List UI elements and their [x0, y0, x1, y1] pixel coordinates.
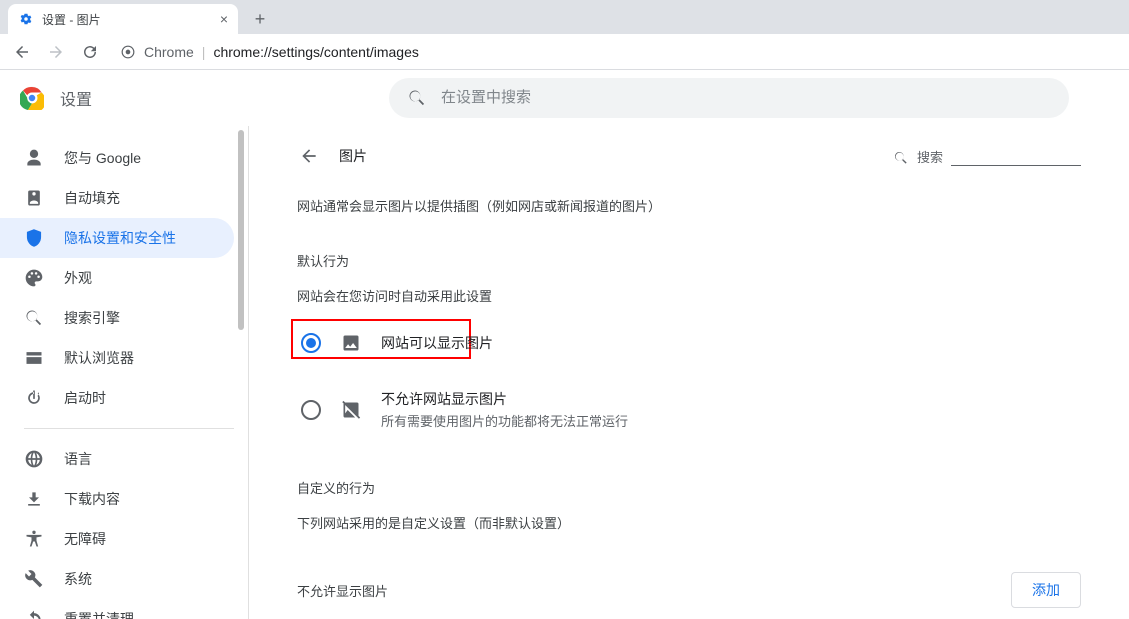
wrench-icon: [24, 569, 44, 589]
radio-button-selected[interactable]: [301, 333, 321, 353]
settings-header: 设置: [0, 70, 1129, 126]
sidebar-item-label: 语言: [64, 449, 92, 469]
radio-block-images[interactable]: 不允许网站显示图片 所有需要使用图片的功能都将无法正常运行: [297, 381, 1081, 438]
sidebar-item-label: 您与 Google: [64, 148, 141, 168]
sidebar-item-label: 启动时: [64, 388, 106, 408]
block-section-title: 不允许显示图片: [297, 581, 388, 600]
url-prefix: Chrome: [144, 44, 194, 60]
image-icon: [341, 333, 361, 353]
search-label: 搜索: [917, 147, 943, 166]
sidebar-item-label: 自动填充: [64, 188, 120, 208]
sidebar-item-downloads[interactable]: 下载内容: [0, 479, 234, 519]
empty-list-text: 未添加任何网站: [297, 608, 1081, 619]
sidebar-item-autofill[interactable]: 自动填充: [0, 178, 234, 218]
image-off-icon: [341, 400, 361, 420]
page-description: 网站通常会显示图片以提供插图（例如网店或新闻报道的图片）: [297, 196, 1081, 215]
url-text: chrome://settings/content/images: [213, 44, 418, 60]
radio-button-unselected[interactable]: [301, 400, 321, 420]
search-icon: [24, 308, 44, 328]
sidebar-item-search-engine[interactable]: 搜索引擎: [0, 298, 234, 338]
content-search-input[interactable]: [951, 146, 1081, 166]
sidebar-item-label: 系统: [64, 569, 92, 589]
sidebar-item-privacy[interactable]: 隐私设置和安全性: [0, 218, 234, 258]
settings-content: 图片 搜索 网站通常会显示图片以提供插图（例如网店或新闻报道的图片） 默认行为 …: [249, 126, 1129, 619]
sidebar-item-label: 重置并清理: [64, 609, 134, 619]
browser-icon: [24, 348, 44, 368]
address-bar[interactable]: Chrome | chrome://settings/content/image…: [110, 38, 1121, 66]
sidebar-item-label: 隐私设置和安全性: [64, 228, 176, 248]
sidebar-item-startup[interactable]: 启动时: [0, 378, 234, 418]
add-site-button[interactable]: 添加: [1011, 572, 1081, 608]
reset-icon: [24, 609, 44, 619]
accessibility-icon: [24, 529, 44, 549]
sidebar-item-system[interactable]: 系统: [0, 559, 234, 599]
tab-title: 设置 - 图片: [42, 11, 101, 28]
back-button[interactable]: [8, 38, 36, 66]
radio-label-sub: 所有需要使用图片的功能都将无法正常运行: [381, 411, 628, 430]
settings-search-input[interactable]: [441, 89, 1051, 106]
sidebar-item-language[interactable]: 语言: [0, 439, 234, 479]
search-icon: [407, 88, 427, 108]
chrome-icon: [120, 44, 136, 60]
palette-icon: [24, 268, 44, 288]
custom-behavior-desc: 下列网站采用的是自定义设置（而非默认设置）: [297, 513, 1081, 532]
default-behavior-title: 默认行为: [297, 251, 1081, 270]
sidebar-item-you-and-google[interactable]: 您与 Google: [0, 138, 234, 178]
settings-title: 设置: [60, 86, 92, 110]
gear-icon: [18, 11, 34, 27]
sidebar-item-label: 外观: [64, 268, 92, 288]
download-icon: [24, 489, 44, 509]
reload-button[interactable]: [76, 38, 104, 66]
annotation-arrow: [249, 306, 259, 456]
autofill-icon: [24, 188, 44, 208]
sidebar-item-default-browser[interactable]: 默认浏览器: [0, 338, 234, 378]
sidebar-item-label: 下载内容: [64, 489, 120, 509]
page-header: 图片 搜索: [297, 144, 1081, 168]
url-separator: |: [202, 44, 206, 60]
radio-label: 不允许网站显示图片 所有需要使用图片的功能都将无法正常运行: [381, 389, 628, 430]
browser-toolbar: Chrome | chrome://settings/content/image…: [0, 34, 1129, 70]
default-behavior-desc: 网站会在您访问时自动采用此设置: [297, 286, 1081, 305]
sidebar-item-label: 搜索引擎: [64, 308, 120, 328]
custom-behavior-title: 自定义的行为: [297, 478, 1081, 497]
sidebar-item-accessibility[interactable]: 无障碍: [0, 519, 234, 559]
browser-tab-strip: 设置 - 图片 × +: [0, 0, 1129, 34]
shield-icon: [24, 228, 44, 248]
content-search[interactable]: 搜索: [893, 146, 1081, 166]
sidebar-scrollbar[interactable]: [234, 126, 248, 619]
browser-tab[interactable]: 设置 - 图片 ×: [8, 4, 238, 34]
sidebar-item-label: 无障碍: [64, 529, 106, 549]
page-title: 图片: [339, 146, 367, 166]
new-tab-button[interactable]: +: [246, 5, 274, 33]
radio-allow-images[interactable]: 网站可以显示图片: [297, 325, 1081, 361]
forward-button[interactable]: [42, 38, 70, 66]
person-icon: [24, 148, 44, 168]
radio-label-main: 不允许网站显示图片: [381, 391, 507, 407]
globe-icon: [24, 449, 44, 469]
sidebar-item-appearance[interactable]: 外观: [0, 258, 234, 298]
search-icon: [893, 150, 909, 166]
sidebar-item-reset[interactable]: 重置并清理: [0, 599, 234, 619]
content-back-button[interactable]: [297, 144, 321, 168]
chrome-logo-icon: [20, 86, 44, 110]
settings-sidebar: 您与 Google 自动填充 隐私设置和安全性 外观 搜索引擎 默认浏览器: [0, 126, 248, 619]
sidebar-divider: [24, 428, 234, 429]
radio-label: 网站可以显示图片: [381, 333, 493, 353]
close-icon[interactable]: ×: [220, 11, 228, 27]
settings-search-box[interactable]: [389, 78, 1069, 118]
power-icon: [24, 388, 44, 408]
sidebar-item-label: 默认浏览器: [64, 348, 134, 368]
